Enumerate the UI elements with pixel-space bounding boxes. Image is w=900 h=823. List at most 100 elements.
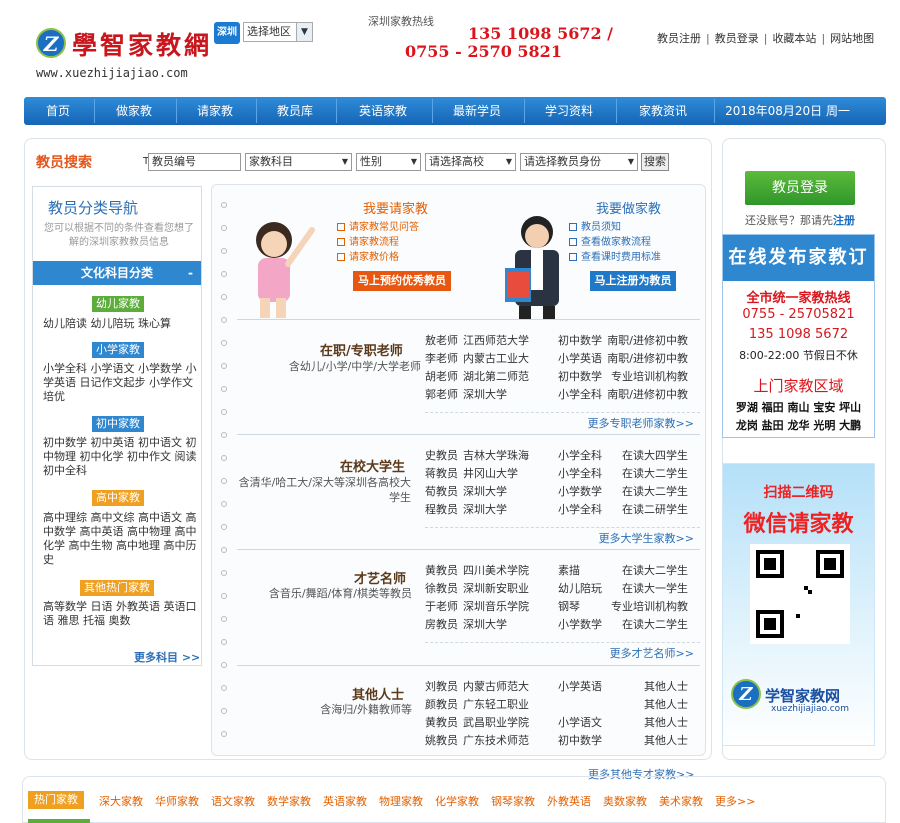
teacher-row[interactable]: 黄教员 武昌职业学院 小学语文 其他人士 [425,714,700,732]
book-teacher-button[interactable]: 马上预约优秀教员 [353,271,451,291]
nav-news[interactable]: 家教资讯 [618,97,708,125]
links-junior[interactable]: 初中数学 初中英语 初中语文 初中物理 初中化学 初中作文 阅读 初中全科 [43,436,198,478]
hot-keyword-link[interactable]: 数学家教 [267,795,311,808]
hot-keyword-link[interactable]: 英语家教 [323,795,367,808]
teacher-school: 江西师范大学 [463,334,529,347]
nav-new-students[interactable]: 最新学员 [434,97,520,125]
be-tutor-link[interactable]: 查看课时费用标准 [569,250,661,265]
teacher-rows: 黄教员 四川美术学院 素描 在读大二学生 徐教员 深圳新安职业 幼儿陪玩 在读大一学生 于老师深… [425,562,700,634]
section-title[interactable]: 在职/专职老师 [320,340,403,359]
teacher-id-input[interactable]: 教员编号 [148,153,241,171]
teacher-row[interactable]: 蒋教员 井冈山大学 小学全科 在读大二学生 [425,465,700,483]
be-tutor-link[interactable]: 查看做家教流程 [569,235,661,250]
category-header[interactable]: 文化科目分类 - [33,261,201,285]
hot-keyword-link[interactable]: 化学家教 [435,795,479,808]
section-more-link[interactable]: 更多大学生家教>> [599,530,694,546]
section-more-link[interactable]: 更多才艺名师>> [610,645,694,661]
school-select[interactable]: 请选择高校 ▼ [425,153,516,171]
teacher-row[interactable]: 姚教员 广东技术师范 初中数学 其他人士 [425,732,700,750]
hot-keyword-link[interactable]: 外教英语 [547,795,591,808]
teacher-row[interactable]: 史教员 吉林大学珠海 小学全科 在读大四学生 [425,447,700,465]
teacher-row[interactable]: 程教员 深圳大学 小学全科 在读二研学生 [425,501,700,519]
teacher-status: 在读大二学生 [622,618,688,631]
hot-keyword-link[interactable]: 美术家教 [659,795,703,808]
teacher-login-button[interactable]: 教员登录 [745,171,855,205]
tag-preschool[interactable]: 幼儿家教 [92,296,144,312]
teacher-register-link[interactable]: 教员注册 [657,32,701,45]
section-title[interactable]: 在校大学生 [340,456,405,475]
register-teacher-button[interactable]: 马上注册为教员 [590,271,676,291]
teacher-row[interactable]: 胡老师 湖北第二师范 初中数学 专业培训机构教 [425,368,700,386]
hot-keyword-link[interactable]: 深大家教 [99,795,143,808]
links-primary[interactable]: 小学全科 小学语文 小学数学 小学英语 日记作文起步 小学作文培优 [43,362,198,404]
hire-tutor-link[interactable]: 请家教价格 [337,250,419,265]
links-preschool[interactable]: 幼儿陪读 幼儿陪玩 珠心算 [43,317,198,331]
section-title[interactable]: 其他人士 [352,684,404,703]
gender-select-value: 性别 [360,155,382,168]
nav-home[interactable]: 首页 [30,97,86,125]
teacher-row[interactable]: 李老师 内蒙古工业大 小学英语 南职/进修初中教 [425,350,700,368]
nav-teacher-db[interactable]: 教员库 [258,97,332,125]
nav-hire-tutor[interactable]: 请家教 [178,97,252,125]
teacher-name: 徐教员 [425,582,458,595]
teacher-name: 敖老师 [425,334,458,347]
teacher-status: 专业培训机构教 [611,370,688,383]
teacher-subject: 小学全科 [558,467,602,480]
hire-tutor-link[interactable]: 请家教常见问答 [337,220,419,235]
subject-select[interactable]: 家教科目 ▼ [245,153,352,171]
teacher-name: 胡老师 [425,370,458,383]
region-select-value: 选择地区 [247,25,291,38]
identity-select[interactable]: 请选择教员身份 ▼ [520,153,638,171]
tag-junior[interactable]: 初中家教 [92,416,144,432]
teacher-row[interactable]: 郭老师 深圳大学 小学全科 南职/进修初中教 [425,386,700,404]
hot-keyword-link[interactable]: 钢琴家教 [491,795,535,808]
collapse-icon[interactable]: - [188,261,193,285]
region-select[interactable]: 选择地区 ▼ [243,22,313,42]
hot-keyword-link[interactable]: 语文家教 [211,795,255,808]
teacher-row[interactable]: 徐教员 深圳新安职业 幼儿陪玩 在读大一学生 [425,580,700,598]
section-subtitle: 含幼儿/小学/中学/大学老师 [288,360,421,373]
teacher-name: 于老师 [425,600,458,613]
hot-keyword-link[interactable]: 更多>> [715,795,755,808]
teacher-row[interactable]: 刘教员 内蒙古师范大 小学英语 其他人士 [425,678,700,696]
teacher-row[interactable]: 于老师 深圳音乐学院 钢琴 专业培训机构教 [425,598,700,616]
links-senior[interactable]: 高中理综 高中文综 高中语文 高中数学 高中英语 高中物理 高中化学 高中生物 … [43,511,198,567]
section-more-link[interactable]: 更多专职老师家教>> [588,415,694,431]
publish-order-banner[interactable]: 在线发布家教订单 [723,235,874,314]
teacher-row[interactable]: 颜教员 广东轻工职业 其他人士 [425,696,700,714]
teacher-school: 井冈山大学 [463,467,518,480]
tag-primary[interactable]: 小学家教 [92,342,144,358]
hire-tutor-link[interactable]: 请家教流程 [337,235,419,250]
teacher-login-link[interactable]: 教员登录 [715,32,759,45]
chevron-down-icon: ▼ [410,157,417,166]
hot-keywords: 深大家教 华师家教 语文家教 数学家教 英语家教 物理家教 化学家教 钢琴家教 外教英语 奥数家教… [99,793,767,809]
tag-other-hot[interactable]: 其他热门家教 [80,580,154,596]
qr-logo-url: xuezhijiajiao.com [771,704,849,714]
more-subjects-link[interactable]: 更多科目 >> [134,649,200,665]
bookmark-link[interactable]: 收藏本站 [772,32,816,45]
nav-divider [176,99,177,123]
teacher-row[interactable]: 房教员 深圳大学 小学数学 在读大二学生 [425,616,700,634]
tag-senior[interactable]: 高中家教 [92,490,144,506]
nav-materials[interactable]: 学习资料 [526,97,612,125]
teacher-row[interactable]: 荀教员 深圳大学 小学数学 在读大二学生 [425,483,700,501]
teacher-row[interactable]: 敖老师 江西师范大学 初中数学 南职/进修初中教 [425,332,700,350]
section-title[interactable]: 才艺名师 [354,568,406,587]
sitemap-link[interactable]: 网站地图 [830,32,874,45]
gender-select[interactable]: 性别 ▼ [356,153,421,171]
hot-keyword-link[interactable]: 华师家教 [155,795,199,808]
hot-keyword-link[interactable]: 奥数家教 [603,795,647,808]
nav-english-tutor[interactable]: 英语家教 [338,97,428,125]
teacher-row[interactable]: 黄教员 四川美术学院 素描 在读大二学生 [425,562,700,580]
nav-do-tutoring[interactable]: 做家教 [96,97,172,125]
be-tutor-link[interactable]: 教员须知 [569,220,661,235]
sheet-hole-icon [221,202,227,208]
site-logo[interactable]: Z 學智家教網 www.xuezhijiajiao.com [32,24,212,84]
hot-keyword-link[interactable]: 物理家教 [379,795,423,808]
links-other-hot[interactable]: 高等数学 日语 外教英语 英语口语 雅思 托福 奥数 [43,600,198,628]
register-link[interactable]: 注册 [833,214,855,227]
search-button[interactable]: 搜索 [641,153,669,171]
teacher-status: 其他人士 [644,680,688,693]
header-phone-mobile: 135 1098 5672 / [468,24,614,43]
page: Z 學智家教網 www.xuezhijiajiao.com 深圳 选择地区 ▼ 深… [0,0,900,823]
